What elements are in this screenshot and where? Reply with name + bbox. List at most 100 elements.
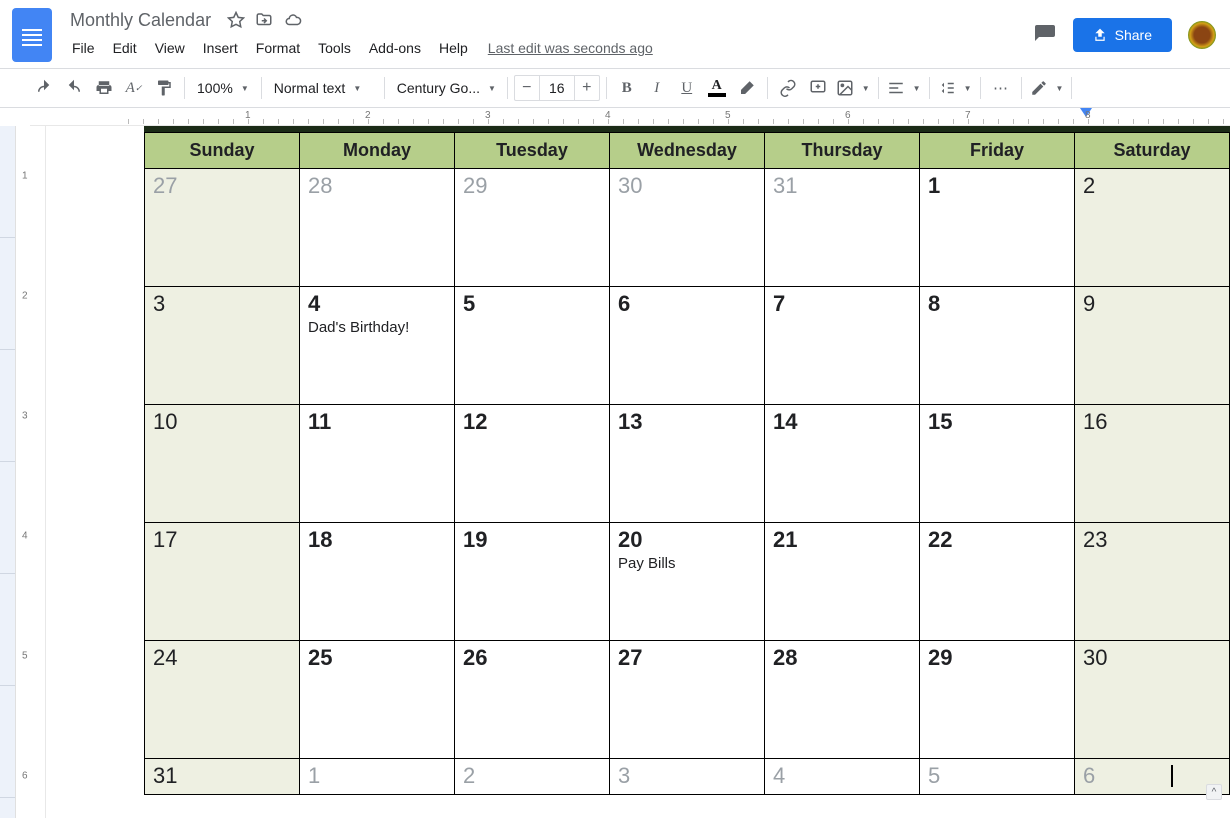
day-header[interactable]: Friday (920, 133, 1075, 169)
calendar-cell[interactable]: 14 (765, 405, 920, 523)
star-icon[interactable] (227, 11, 245, 29)
paragraph-style-dropdown[interactable]: Normal text▼ (268, 74, 378, 102)
calendar-cell[interactable]: 11 (300, 405, 455, 523)
calendar-cell[interactable]: 20Pay Bills (610, 523, 765, 641)
calendar-event[interactable]: Dad's Birthday! (308, 319, 446, 336)
calendar-cell[interactable]: 1 (920, 169, 1075, 287)
calendar-cell[interactable]: 3 (145, 287, 300, 405)
calendar-cell[interactable]: 17 (145, 523, 300, 641)
editing-mode-button[interactable]: ▼ (1028, 74, 1066, 102)
calendar-cell[interactable]: 18 (300, 523, 455, 641)
calendar-cell[interactable]: 2 (1075, 169, 1230, 287)
calendar-cell[interactable]: 5 (455, 287, 610, 405)
menu-edit[interactable]: Edit (105, 36, 145, 60)
highlight-button[interactable] (733, 74, 761, 102)
insert-link-button[interactable] (774, 74, 802, 102)
print-button[interactable] (90, 74, 118, 102)
calendar-cell[interactable]: 15 (920, 405, 1075, 523)
calendar-cell[interactable]: 16 (1075, 405, 1230, 523)
calendar-event[interactable]: Pay Bills (618, 555, 756, 572)
calendar-cell[interactable]: 7 (765, 287, 920, 405)
calendar-table[interactable]: SundayMondayTuesdayWednesdayThursdayFrid… (144, 132, 1230, 795)
calendar-cell[interactable]: 30 (610, 169, 765, 287)
spellcheck-button[interactable]: A✓ (120, 74, 148, 102)
calendar-cell[interactable]: 2 (455, 759, 610, 795)
calendar-cell[interactable]: 5 (920, 759, 1075, 795)
calendar-cell[interactable]: 24 (145, 641, 300, 759)
share-label: Share (1115, 27, 1152, 43)
account-avatar[interactable] (1186, 19, 1218, 51)
horizontal-ruler[interactable]: 12345678 (30, 108, 1230, 126)
calendar-cell[interactable]: 23 (1075, 523, 1230, 641)
calendar-cell[interactable]: 6 (610, 287, 765, 405)
calendar-cell[interactable]: 28 (300, 169, 455, 287)
calendar-cell[interactable]: 28 (765, 641, 920, 759)
menu-add-ons[interactable]: Add-ons (361, 36, 429, 60)
paint-format-button[interactable] (150, 74, 178, 102)
undo-button[interactable] (30, 74, 58, 102)
day-number: 26 (463, 645, 601, 671)
vertical-ruler[interactable]: 123456 (16, 126, 46, 818)
calendar-cell[interactable]: 29 (920, 641, 1075, 759)
zoom-dropdown[interactable]: 100%▼ (191, 74, 255, 102)
comments-icon[interactable] (1031, 21, 1059, 49)
calendar-cell[interactable]: 26 (455, 641, 610, 759)
more-button[interactable]: ⋯ (987, 74, 1015, 102)
menu-format[interactable]: Format (248, 36, 308, 60)
document-title[interactable]: Monthly Calendar (64, 8, 217, 33)
calendar-cell[interactable]: 27 (145, 169, 300, 287)
underline-button[interactable]: U (673, 74, 701, 102)
calendar-cell[interactable]: 22 (920, 523, 1075, 641)
font-family-dropdown[interactable]: Century Go...▼ (391, 74, 501, 102)
calendar-cell[interactable]: 4 (765, 759, 920, 795)
calendar-cell[interactable]: 30 (1075, 641, 1230, 759)
calendar-cell[interactable]: 4Dad's Birthday! (300, 287, 455, 405)
calendar-cell[interactable]: 12 (455, 405, 610, 523)
text-color-button[interactable]: A (703, 79, 731, 97)
cloud-status-icon[interactable] (283, 11, 303, 29)
add-comment-button[interactable] (804, 74, 832, 102)
calendar-cell[interactable]: 31 (765, 169, 920, 287)
line-spacing-button[interactable]: ▼ (936, 74, 974, 102)
menu-help[interactable]: Help (431, 36, 476, 60)
day-header[interactable]: Wednesday (610, 133, 765, 169)
calendar-cell[interactable]: 13 (610, 405, 765, 523)
calendar-cell[interactable]: 29 (455, 169, 610, 287)
italic-button[interactable]: I (643, 74, 671, 102)
day-header[interactable]: Sunday (145, 133, 300, 169)
calendar-cell[interactable]: 31 (145, 759, 300, 795)
calendar-cell[interactable]: 25 (300, 641, 455, 759)
calendar-cell[interactable]: 9 (1075, 287, 1230, 405)
day-header[interactable]: Saturday (1075, 133, 1230, 169)
day-number: 14 (773, 409, 911, 435)
font-size-decrease[interactable]: − (515, 76, 539, 100)
calendar-cell[interactable]: 8 (920, 287, 1075, 405)
menu-insert[interactable]: Insert (195, 36, 246, 60)
calendar-cell[interactable]: 3 (610, 759, 765, 795)
document-canvas[interactable]: SundayMondayTuesdayWednesdayThursdayFrid… (46, 126, 1230, 818)
share-button[interactable]: Share (1073, 18, 1172, 52)
insert-image-button[interactable]: ▼ (834, 74, 872, 102)
caret-down-icon: ▼ (353, 84, 361, 93)
day-header[interactable]: Thursday (765, 133, 920, 169)
calendar-cell[interactable]: 10 (145, 405, 300, 523)
menu-tools[interactable]: Tools (310, 36, 359, 60)
explore-button[interactable]: ^ (1206, 784, 1222, 800)
move-icon[interactable] (255, 11, 273, 29)
menu-view[interactable]: View (147, 36, 193, 60)
bold-button[interactable]: B (613, 74, 641, 102)
calendar-cell[interactable]: 19 (455, 523, 610, 641)
font-size-input[interactable]: 16 (539, 76, 575, 100)
menu-file[interactable]: File (64, 36, 103, 60)
day-header[interactable]: Monday (300, 133, 455, 169)
calendar-cell[interactable]: 21 (765, 523, 920, 641)
align-button[interactable]: ▼ (885, 74, 923, 102)
last-edit-link[interactable]: Last edit was seconds ago (488, 40, 653, 56)
calendar-cell[interactable]: 27 (610, 641, 765, 759)
day-header[interactable]: Tuesday (455, 133, 610, 169)
redo-button[interactable] (60, 74, 88, 102)
day-number: 22 (928, 527, 1066, 553)
docs-icon[interactable] (12, 8, 52, 62)
calendar-cell[interactable]: 1 (300, 759, 455, 795)
font-size-increase[interactable]: + (575, 76, 599, 100)
